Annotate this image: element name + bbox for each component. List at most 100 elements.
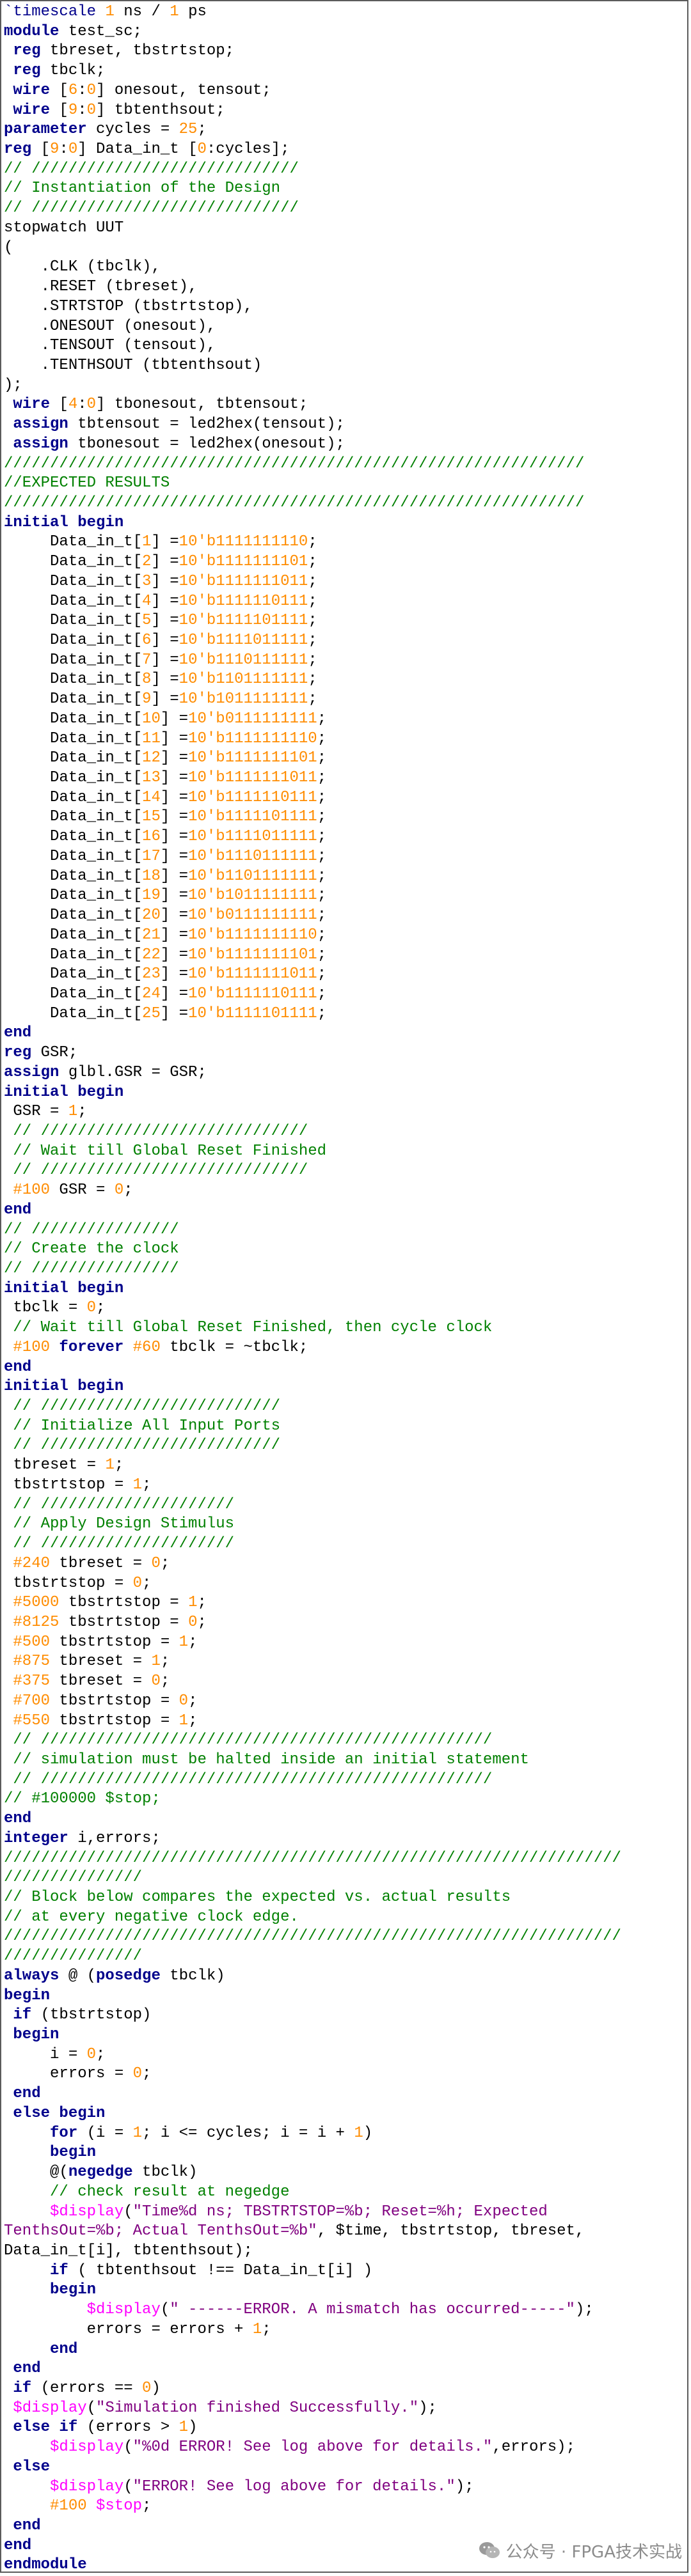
code-line: ////////////////////////////////////////… xyxy=(4,455,687,474)
code-line: Data_in_t[17] =10'b1110111111; xyxy=(4,847,687,867)
code-token: // //////////////// xyxy=(4,1221,179,1238)
code-token: ( xyxy=(123,2439,133,2456)
code-line: Data_in_t[11] =10'b1111111110; xyxy=(4,730,687,749)
code-line: ////////////////////////////////////////… xyxy=(4,1849,687,1869)
code-line: wire [9:0] tbtenthsout; xyxy=(4,101,687,121)
code-token: else if xyxy=(4,2419,78,2437)
code-token: // ///////////////////////////// xyxy=(4,1162,308,1180)
code-token: tbstrtstop = xyxy=(50,1692,179,1710)
code-token: 4 xyxy=(68,396,78,414)
code-line: $display("ERROR! See log above for detai… xyxy=(4,2478,687,2497)
code-token: 10'b1111111011 xyxy=(188,769,317,787)
code-token: ; xyxy=(317,710,327,728)
code-line: #100 forever #60 tbclk = ~tbclk; xyxy=(4,1338,687,1358)
code-line: else begin xyxy=(4,2104,687,2124)
code-token: ( xyxy=(4,238,13,256)
code-line: Data_in_t[25] =10'b1111101111; xyxy=(4,1004,687,1024)
code-line: assign tbtensout = led2hex(tensout); xyxy=(4,415,687,435)
code-token: ; xyxy=(308,553,317,571)
code-token: reg xyxy=(4,62,41,80)
code-token: ////////////////////////////////////////… xyxy=(4,455,585,472)
code-token: tbclk = xyxy=(4,1299,87,1317)
code-line: end xyxy=(4,2340,687,2360)
code-token: ( xyxy=(86,2399,97,2417)
code-token: ] = xyxy=(160,730,189,747)
code-line: reg tbclk; xyxy=(4,61,687,81)
code-token: 10'b1110111111 xyxy=(188,847,317,865)
code-line: #700 tbstrtstop = 0; xyxy=(4,1692,687,1712)
code-line: // Apply Design Stimulus xyxy=(4,1515,687,1534)
code-token: 0 xyxy=(151,1673,161,1690)
code-token: 22 xyxy=(142,946,161,964)
code-token: forever xyxy=(50,1338,124,1356)
code-token: reg xyxy=(4,1044,32,1062)
code-token: 18 xyxy=(142,867,161,885)
code-token: Data_in_t[i], tbtenthsout); xyxy=(4,2242,253,2260)
code-token: ; xyxy=(308,671,317,689)
code-line: Data_in_t[23] =10'b1111111011; xyxy=(4,965,687,985)
code-line: // ///////////////////////////// xyxy=(4,1122,687,1142)
code-token: end xyxy=(4,1024,32,1042)
code-line: else if (errors > 1) xyxy=(4,2418,687,2438)
code-token: tbstrtstop = xyxy=(4,1476,133,1494)
code-line: module test_sc; xyxy=(4,22,687,42)
code-token: 16 xyxy=(142,828,161,846)
code-token: ); xyxy=(575,2301,594,2319)
code-token: ; xyxy=(77,1103,87,1121)
code-token: 20 xyxy=(142,907,161,925)
verilog-testbench-code: `timescale 1 ns / 1 ps module test_sc; re… xyxy=(4,3,687,2575)
code-token: .TENSOUT (tensout), xyxy=(4,337,216,355)
code-token: ; xyxy=(197,1613,207,1631)
code-line: ////////////////////////////////////////… xyxy=(4,494,687,513)
code-line: begin xyxy=(4,2026,687,2045)
code-token: glbl.GSR = GSR; xyxy=(59,1063,207,1081)
code-token: ] = xyxy=(160,946,189,964)
code-line: tbclk = 0; xyxy=(4,1299,687,1318)
code-line: reg GSR; xyxy=(4,1043,687,1063)
code-token: [ xyxy=(50,101,68,119)
code-line: Data_in_t[3] =10'b1111111011; xyxy=(4,572,687,592)
code-token: // Wait till Global Reset Finished, then… xyxy=(4,1319,493,1337)
code-token: ; xyxy=(317,965,327,983)
code-token: ////////////////////////////////////////… xyxy=(4,494,585,511)
code-token: : xyxy=(77,396,87,414)
code-token: tbclk) xyxy=(160,1967,225,1985)
code-token: end xyxy=(4,2360,41,2378)
code-token: $display xyxy=(4,2439,124,2456)
code-token: if xyxy=(4,2261,68,2279)
code-token: #240 xyxy=(4,1554,51,1572)
code-token: 10'b1111111101 xyxy=(188,749,317,767)
code-token: ] = xyxy=(151,691,179,708)
code-token: 8 xyxy=(142,671,152,689)
code-token: posedge xyxy=(96,1967,161,1985)
code-token: $display xyxy=(4,2203,124,2221)
code-token: 10'b1011111111 xyxy=(188,887,317,905)
code-token: .CLK (tbclk), xyxy=(4,258,161,276)
code-line: // /////////////////////////////////////… xyxy=(4,1770,687,1790)
code-token: ; xyxy=(308,691,317,708)
code-line: begin xyxy=(4,2143,687,2163)
code-token: tbreset, tbstrtstop; xyxy=(40,42,235,60)
code-token: Data_in_t[ xyxy=(4,651,143,669)
code-line: stopwatch UUT xyxy=(4,219,687,238)
code-token: $stop xyxy=(86,2497,143,2515)
code-token: (tbstrtstop) xyxy=(31,2006,152,2024)
code-token: ; xyxy=(317,946,327,964)
code-line: .TENTHSOUT (tbtenthsout) xyxy=(4,356,687,376)
code-token: 0 xyxy=(142,2379,152,2397)
code-token: // /////////////////////////////////////… xyxy=(4,1770,493,1788)
code-line: // ///////////////////////////// xyxy=(4,199,687,219)
code-token: : xyxy=(77,81,87,99)
code-token: 21 xyxy=(142,926,161,944)
code-token: 0 xyxy=(114,1182,124,1199)
code-token: Data_in_t[ xyxy=(4,828,143,846)
code-token: end xyxy=(4,1810,32,1828)
code-token: 10'b0111111111 xyxy=(188,907,317,925)
code-token: Data_in_t[ xyxy=(4,553,143,571)
code-line: wire [6:0] onesout, tensout; xyxy=(4,81,687,101)
code-token: 10'b1111111011 xyxy=(188,965,317,983)
code-line: .CLK (tbclk), xyxy=(4,258,687,277)
code-token: ; xyxy=(262,2320,271,2338)
code-token: .STRTSTOP (tbstrtstop), xyxy=(4,297,253,315)
code-token: 3 xyxy=(142,572,152,590)
